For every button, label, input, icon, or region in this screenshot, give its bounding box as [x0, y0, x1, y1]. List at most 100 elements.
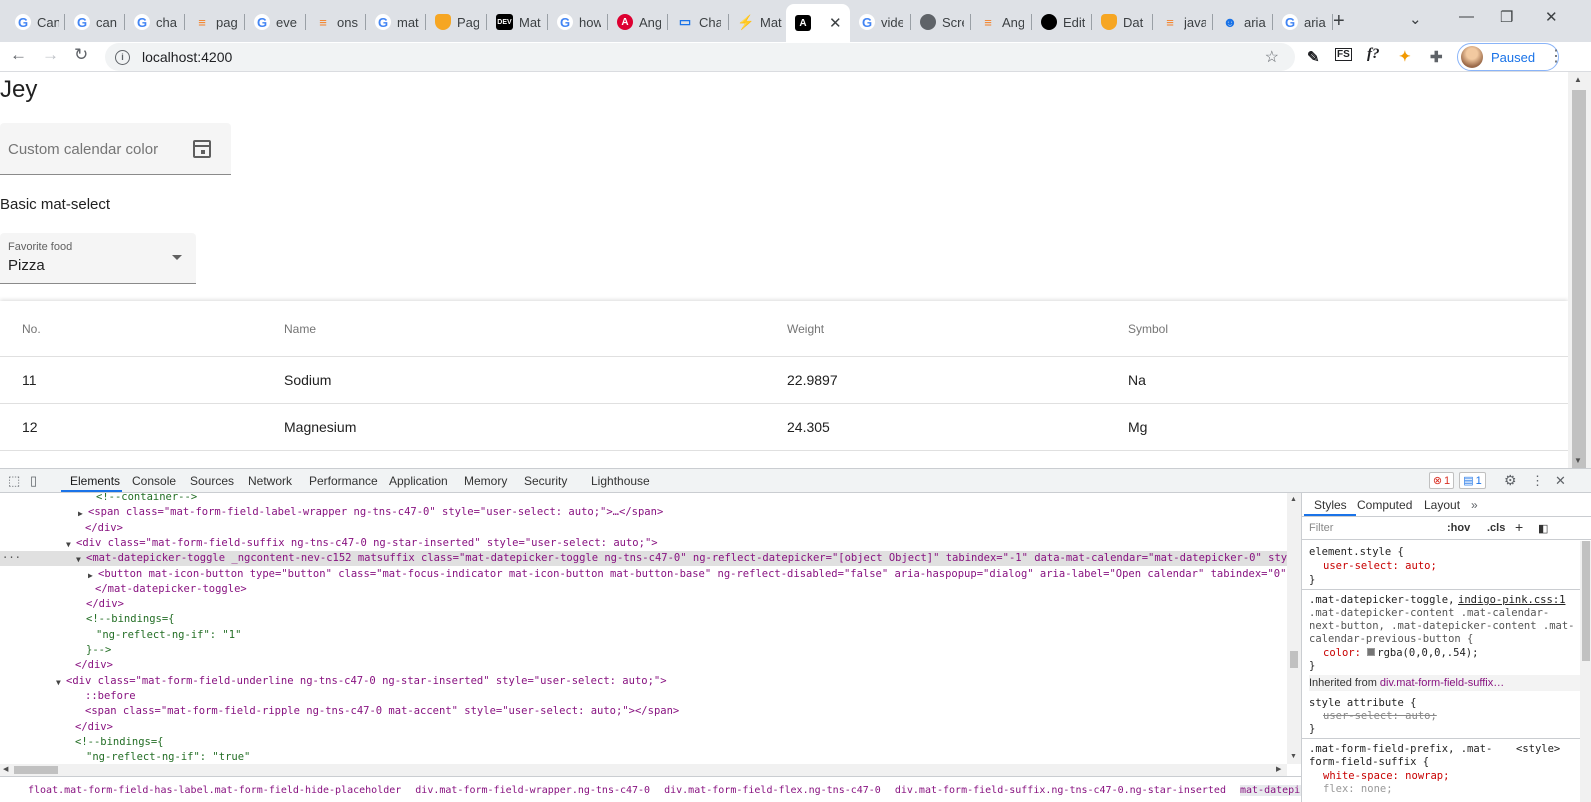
dom-node[interactable]: }-->: [0, 643, 1287, 658]
reload-icon[interactable]: ↻: [74, 45, 88, 65]
breadcrumb-item[interactable]: div.mat-form-field-wrapper.ng-tns-c47-0: [415, 785, 650, 796]
browser-tab[interactable]: Gcan: [65, 8, 125, 36]
elements-scrollbar[interactable]: ▲ ▼: [1287, 493, 1301, 764]
color-swatch[interactable]: [1367, 648, 1376, 656]
dom-node[interactable]: </div>: [0, 521, 1287, 536]
close-tab-icon[interactable]: ✕: [829, 14, 842, 32]
dom-node[interactable]: </div>: [0, 597, 1287, 612]
tab-styles[interactable]: Styles: [1314, 498, 1347, 512]
browser-tab[interactable]: ⚡ Mat: [729, 8, 790, 36]
browser-tab[interactable]: ☻ aria: [1213, 8, 1273, 36]
fs-extension-icon[interactable]: FS: [1335, 48, 1352, 61]
tab-performance[interactable]: Performance: [309, 474, 378, 488]
scroll-down-icon[interactable]: ▼: [1290, 753, 1297, 760]
device-toolbar-icon[interactable]: ▯: [30, 473, 37, 489]
devtools-menu-icon[interactable]: ⋮: [1531, 473, 1544, 489]
selected-dom-node[interactable]: ··· ▼ <mat-datepicker-toggle _ngcontent-ne…: [0, 551, 1287, 567]
dom-node[interactable]: <!--container-->: [0, 493, 1287, 505]
forward-icon[interactable]: →: [42, 45, 59, 65]
tab-elements[interactable]: Elements: [70, 474, 120, 488]
breadcrumb-item[interactable]: mat-datepicker-toggle.mat-datepicker-tog…: [1239, 785, 1301, 796]
scroll-up-icon[interactable]: ▲: [1574, 75, 1582, 84]
elements-hscroll-thumb[interactable]: [14, 766, 58, 774]
tab-computed[interactable]: Computed: [1357, 498, 1412, 512]
tab-console[interactable]: Console: [132, 474, 176, 488]
browser-tab[interactable]: Gvide: [850, 8, 911, 36]
page-scrollbar[interactable]: ▲ ▼: [1568, 72, 1591, 470]
calendar-input[interactable]: Custom calendar color: [0, 123, 231, 175]
browser-tab[interactable]: Scre: [911, 8, 971, 36]
elements-scrollbar-thumb[interactable]: [1290, 651, 1298, 668]
style-property[interactable]: flex: none;: [1323, 783, 1393, 796]
inherited-from-link[interactable]: div.mat-form-field-suffix…: [1380, 677, 1504, 689]
browser-tab[interactable]: ≡ java: [1153, 8, 1213, 36]
scroll-left-icon[interactable]: ◀: [3, 765, 8, 773]
dom-node[interactable]: "ng-reflect-ng-if": "1": [0, 628, 1287, 643]
breadcrumb-item[interactable]: div.mat-form-field-suffix.ng-tns-c47-0.n…: [895, 785, 1226, 796]
hov-button[interactable]: :hov: [1447, 522, 1470, 534]
message-count-badge[interactable]: ▤ 1: [1459, 472, 1486, 489]
inspect-element-icon[interactable]: ⬚: [8, 473, 20, 489]
browser-tab[interactable]: A Ang: [608, 8, 668, 36]
tab-network[interactable]: Network: [248, 474, 292, 488]
browser-menu-icon[interactable]: ⋮: [1548, 46, 1564, 66]
error-count-badge[interactable]: ⊗ 1: [1429, 472, 1454, 489]
tab-layout[interactable]: Layout: [1424, 498, 1460, 512]
browser-tab[interactable]: ≡ pag: [185, 8, 245, 36]
breadcrumb-item[interactable]: div.mat-form-field-flex.ng-tns-c47-0: [664, 785, 881, 796]
dom-node[interactable]: <!--bindings={: [0, 612, 1287, 627]
scroll-right-icon[interactable]: ▶: [1276, 765, 1281, 773]
browser-tab[interactable]: Gmat: [366, 8, 426, 36]
style-property[interactable]: user-select: auto;: [1323, 560, 1437, 573]
dom-node[interactable]: "ng-reflect-ng-if": "true": [0, 750, 1287, 764]
collapse-triangle-icon[interactable]: ▼: [66, 537, 71, 551]
node-actions-icon[interactable]: ···: [2, 551, 21, 566]
browser-tab[interactable]: G Can: [6, 8, 65, 36]
style-property[interactable]: white-space: nowrap;: [1323, 770, 1449, 783]
scroll-down-icon[interactable]: ▼: [1574, 456, 1582, 465]
address-bar[interactable]: i localhost:4200 ☆: [105, 43, 1295, 71]
styles-scrollbar[interactable]: [1580, 541, 1591, 802]
bookmark-star-icon[interactable]: ☆: [1265, 47, 1279, 67]
browser-tab[interactable]: ▭ Cha: [668, 8, 729, 36]
page-scrollbar-thumb[interactable]: [1572, 90, 1586, 470]
expand-triangle-icon[interactable]: ▶: [78, 506, 83, 520]
style-source[interactable]: <style>: [1516, 743, 1560, 755]
scroll-up-icon[interactable]: ▲: [1290, 496, 1297, 503]
dom-node[interactable]: ▶ <span class="mat-form-field-label-wrapp…: [0, 505, 1287, 520]
style-property[interactable]: color: rgba(0,0,0,.54);: [1323, 647, 1478, 660]
info-icon[interactable]: i: [115, 49, 130, 65]
dom-node[interactable]: ▶ <button mat-icon-button type="button" c…: [0, 567, 1287, 582]
browser-tab[interactable]: A ✕: [786, 4, 850, 42]
dom-node[interactable]: <span class="mat-form-field-ripple ng-tn…: [0, 704, 1287, 719]
dom-node[interactable]: </mat-datepicker-toggle>: [0, 582, 1287, 597]
elements-horizontal-scrollbar[interactable]: ◀ ▶: [0, 764, 1287, 776]
elements-tree[interactable]: <!--container--> ▶ <span class="mat-form-f…: [0, 493, 1287, 764]
tab-sources[interactable]: Sources: [190, 474, 234, 488]
tab-lighthouse[interactable]: Lighthouse: [591, 474, 650, 488]
styles-filter[interactable]: Filter :hov .cls + ◧: [1302, 518, 1591, 540]
gear-icon[interactable]: ⚙: [1504, 472, 1517, 489]
style-property[interactable]: user-select: auto;: [1323, 710, 1437, 723]
tab-security[interactable]: Security: [524, 474, 567, 488]
profile-button[interactable]: Paused: [1457, 43, 1559, 71]
expand-triangle-icon[interactable]: ▶: [88, 568, 93, 582]
styles-scrollbar-thumb[interactable]: [1582, 541, 1590, 661]
browser-tab[interactable]: Gcha: [125, 8, 185, 36]
cls-button[interactable]: .cls: [1487, 522, 1505, 534]
breadcrumb-item[interactable]: float.mat-form-field-has-label.mat-form-…: [28, 785, 401, 796]
browser-tab[interactable]: Edit: [1032, 8, 1092, 36]
browser-tab[interactable]: ≡ Ang: [971, 8, 1032, 36]
dom-node[interactable]: </div>: [0, 658, 1287, 673]
extensions-puzzle-icon[interactable]: ✚: [1430, 48, 1443, 66]
browser-tab[interactable]: Pag: [426, 8, 487, 36]
new-tab-button[interactable]: +: [1333, 10, 1345, 33]
dom-node[interactable]: ::before: [0, 689, 1287, 704]
calendar-icon[interactable]: [193, 140, 211, 158]
dom-node[interactable]: </div>: [0, 720, 1287, 735]
more-tabs-icon[interactable]: »: [1471, 498, 1478, 512]
tab-application[interactable]: Application: [389, 474, 448, 488]
magic-extension-icon[interactable]: ✦: [1399, 48, 1411, 65]
maximize-button[interactable]: ❐: [1500, 8, 1513, 26]
toggle-sidebar-icon[interactable]: ◧: [1538, 522, 1548, 535]
